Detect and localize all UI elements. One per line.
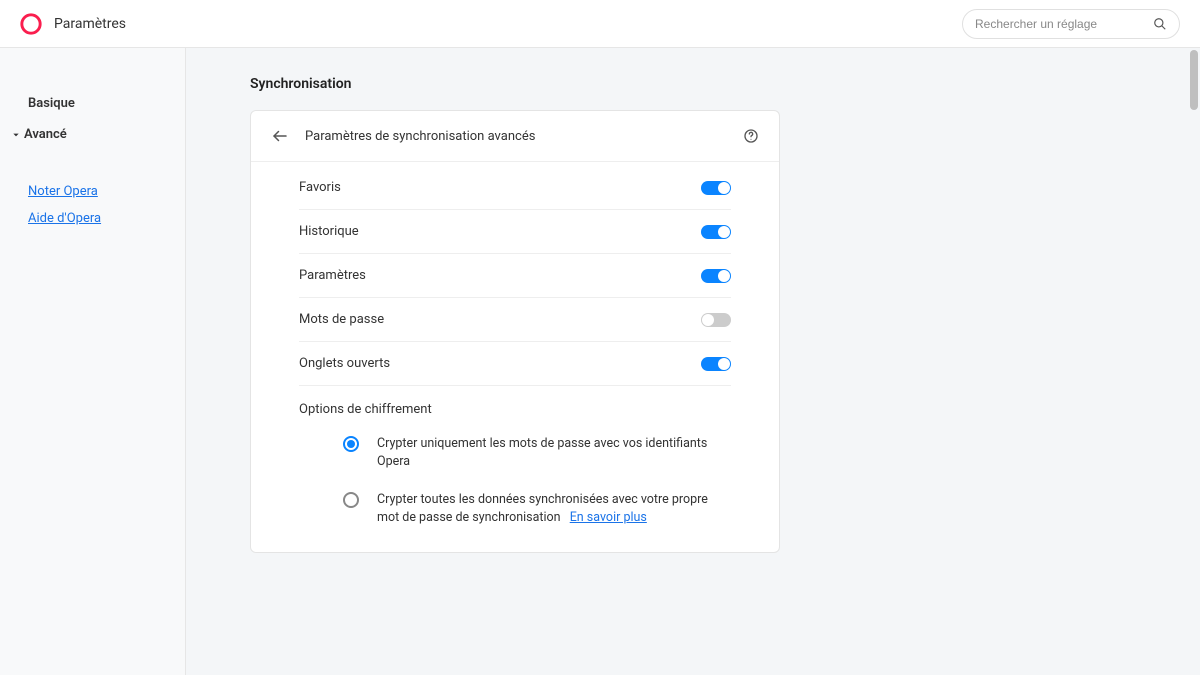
header-left: Paramètres [20, 13, 126, 35]
row-label: Paramètres [299, 268, 366, 283]
search-box[interactable] [962, 9, 1180, 39]
sidebar-link-rate-opera[interactable]: Noter Opera [0, 178, 185, 205]
sidebar-link-help[interactable]: Aide d'Opera [0, 205, 185, 232]
sidebar-item-advanced[interactable]: Avancé [0, 119, 185, 150]
sync-settings-card: Paramètres de synchronisation avancés Fa… [250, 110, 780, 553]
app-header: Paramètres [0, 0, 1200, 48]
row-open-tabs: Onglets ouverts [299, 342, 731, 386]
row-settings: Paramètres [299, 254, 731, 298]
scrollbar-thumb[interactable] [1190, 50, 1198, 110]
sidebar: Basique Avancé Noter Opera Aide d'Opera [0, 48, 186, 675]
encryption-section: Options de chiffrement Crypter uniquemen… [299, 386, 731, 528]
row-label: Onglets ouverts [299, 356, 390, 371]
opera-logo-icon [20, 13, 42, 35]
row-passwords: Mots de passe [299, 298, 731, 342]
row-label: Historique [299, 224, 359, 239]
toggle-favorites[interactable] [701, 181, 731, 195]
encryption-option-2[interactable]: Crypter toutes les données synchronisées… [343, 491, 731, 527]
chevron-down-icon [12, 131, 20, 139]
card-title: Paramètres de synchronisation avancés [305, 129, 535, 144]
radio-label-text: Crypter toutes les données synchronisées… [377, 492, 708, 525]
toggle-settings[interactable] [701, 269, 731, 283]
radio-label: Crypter uniquement les mots de passe ave… [377, 435, 731, 471]
content-inner: Synchronisation Paramètres de synchronis… [186, 48, 1200, 581]
content-area: Synchronisation Paramètres de synchronis… [186, 48, 1200, 675]
sidebar-item-label: Basique [28, 96, 75, 111]
back-arrow-icon[interactable] [271, 127, 289, 145]
row-label: Favoris [299, 180, 341, 195]
search-input[interactable] [975, 17, 1153, 31]
encryption-radio-group: Crypter uniquement les mots de passe ave… [299, 417, 731, 528]
encryption-option-1[interactable]: Crypter uniquement les mots de passe ave… [343, 435, 731, 471]
row-history: Historique [299, 210, 731, 254]
sidebar-spacer [0, 150, 185, 178]
learn-more-link[interactable]: En savoir plus [570, 510, 647, 525]
radio-icon[interactable] [343, 492, 359, 508]
search-icon [1153, 17, 1167, 31]
row-favorites: Favoris [299, 166, 731, 210]
main: Basique Avancé Noter Opera Aide d'Opera … [0, 48, 1200, 675]
page-title: Paramètres [54, 16, 126, 32]
toggle-history[interactable] [701, 225, 731, 239]
sidebar-item-label: Avancé [24, 127, 67, 142]
toggle-passwords[interactable] [701, 313, 731, 327]
card-body: Favoris Historique Paramètres Mots de pa… [251, 162, 779, 552]
encryption-title: Options de chiffrement [299, 402, 432, 417]
sidebar-item-basic[interactable]: Basique [0, 88, 185, 119]
help-icon[interactable] [743, 128, 759, 144]
row-label: Mots de passe [299, 312, 384, 327]
toggle-open-tabs[interactable] [701, 357, 731, 371]
radio-label: Crypter toutes les données synchronisées… [377, 491, 731, 527]
card-header: Paramètres de synchronisation avancés [251, 111, 779, 162]
section-title: Synchronisation [250, 76, 1136, 92]
radio-icon[interactable] [343, 436, 359, 452]
